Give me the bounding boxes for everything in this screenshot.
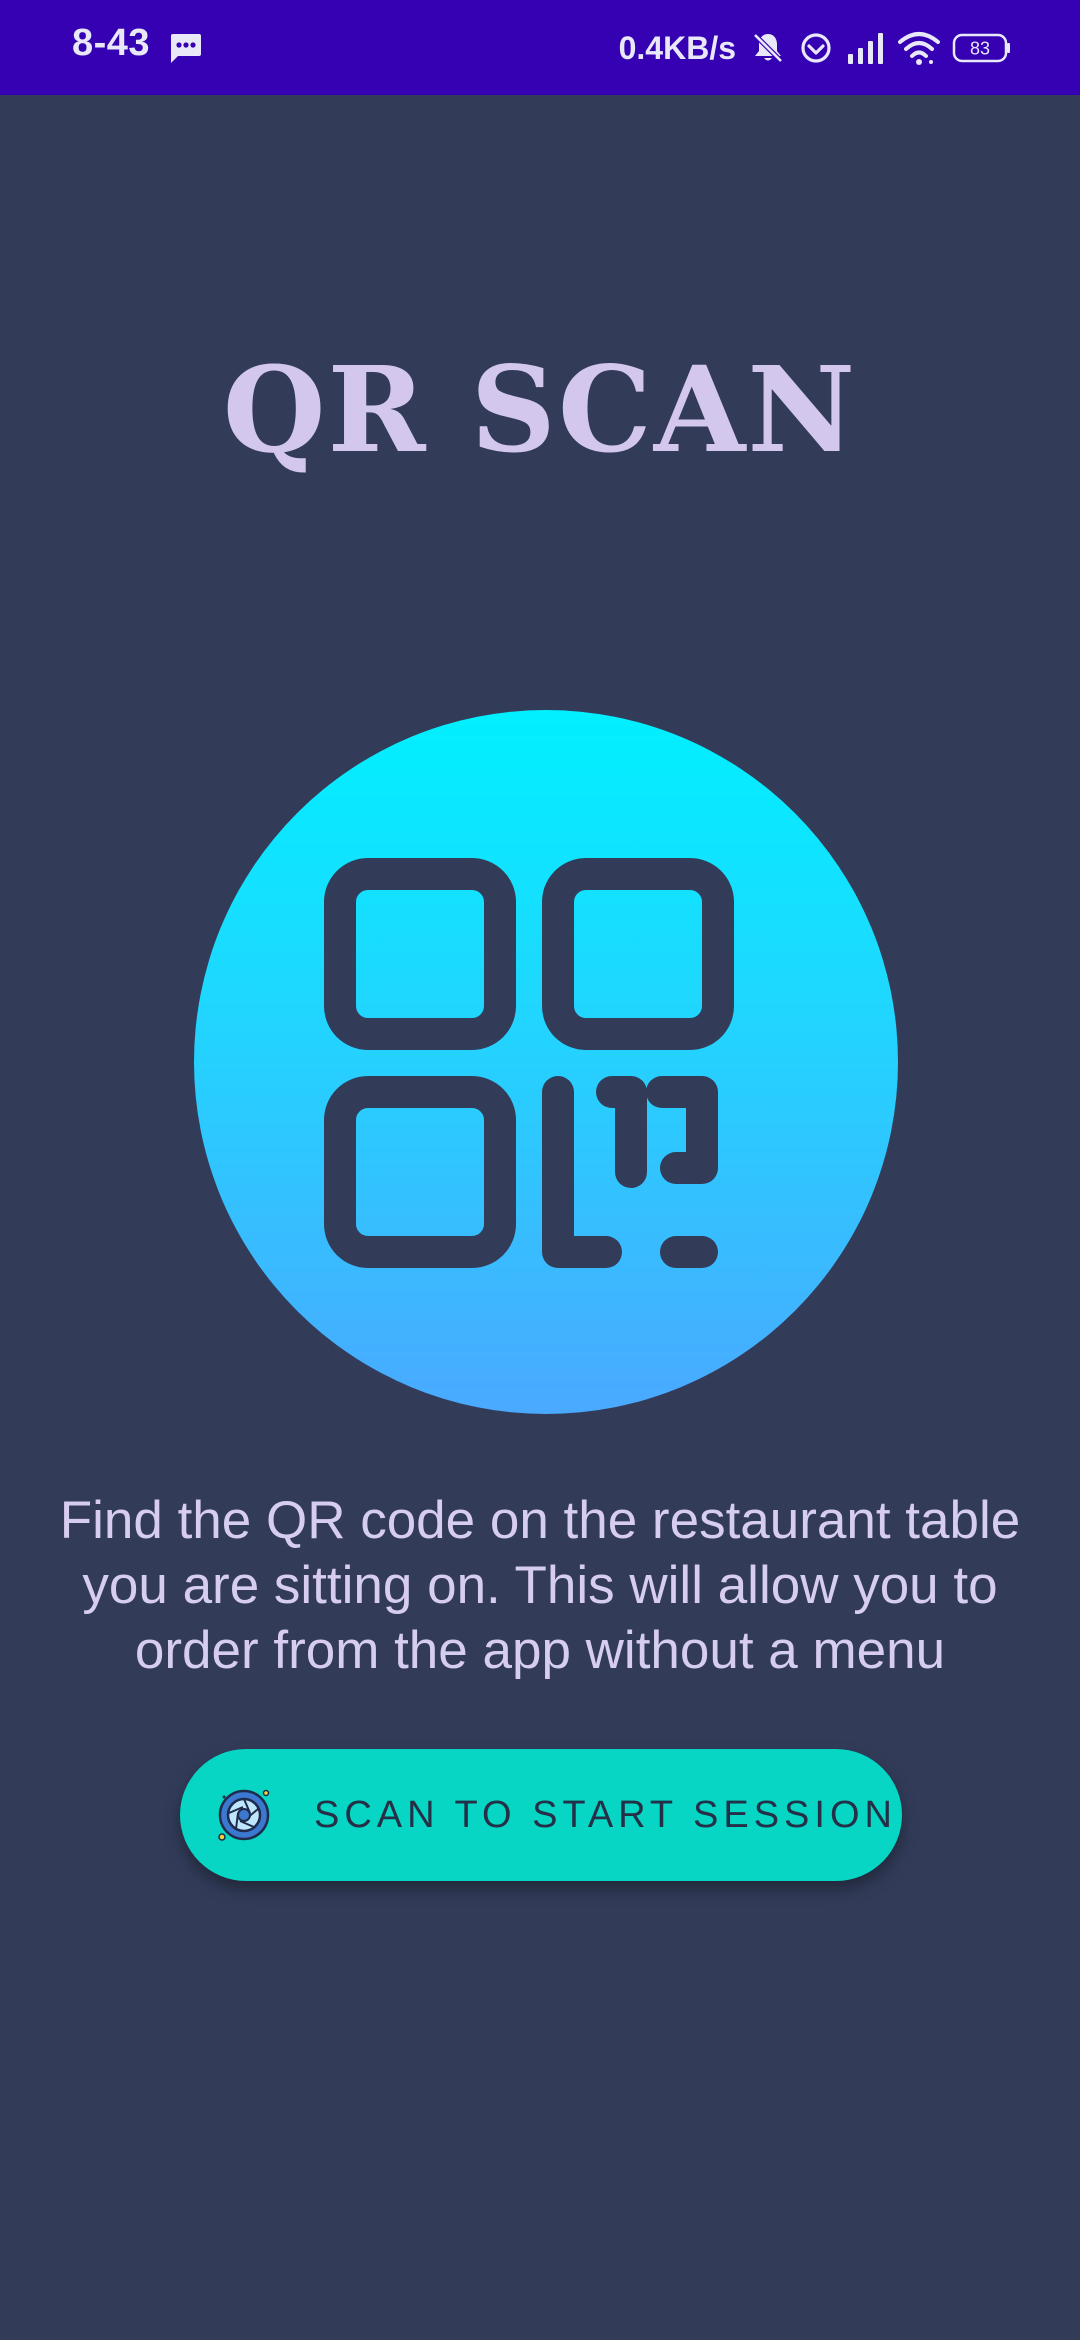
wifi-icon (898, 30, 940, 66)
status-right-group: 0.4KB/s 83 (619, 24, 1012, 72)
battery-level: 83 (970, 39, 990, 59)
instruction-text: Find the QR code on the restaurant table… (59, 1491, 1021, 1680)
scan-button-label: SCAN TO START SESSION (314, 1794, 897, 1836)
message-icon (168, 32, 202, 64)
network-speed: 0.4KB/s (618, 29, 736, 66)
camera-shutter-icon (216, 1787, 272, 1843)
mute-icon (750, 30, 786, 66)
signal-icon (846, 30, 886, 66)
status-time: 8-43 (72, 22, 151, 64)
scan-to-start-session-button[interactable]: SCAN TO START SESSION (180, 1749, 902, 1881)
page-title: QR SCAN (222, 340, 858, 479)
status-bar: 8-43 0.4KB/s 83 (0, 0, 1080, 95)
sync-icon (798, 30, 834, 66)
qr-hero-circle (194, 710, 898, 1414)
battery-icon: 83 (952, 32, 1012, 64)
qr-code-icon (324, 858, 734, 1268)
